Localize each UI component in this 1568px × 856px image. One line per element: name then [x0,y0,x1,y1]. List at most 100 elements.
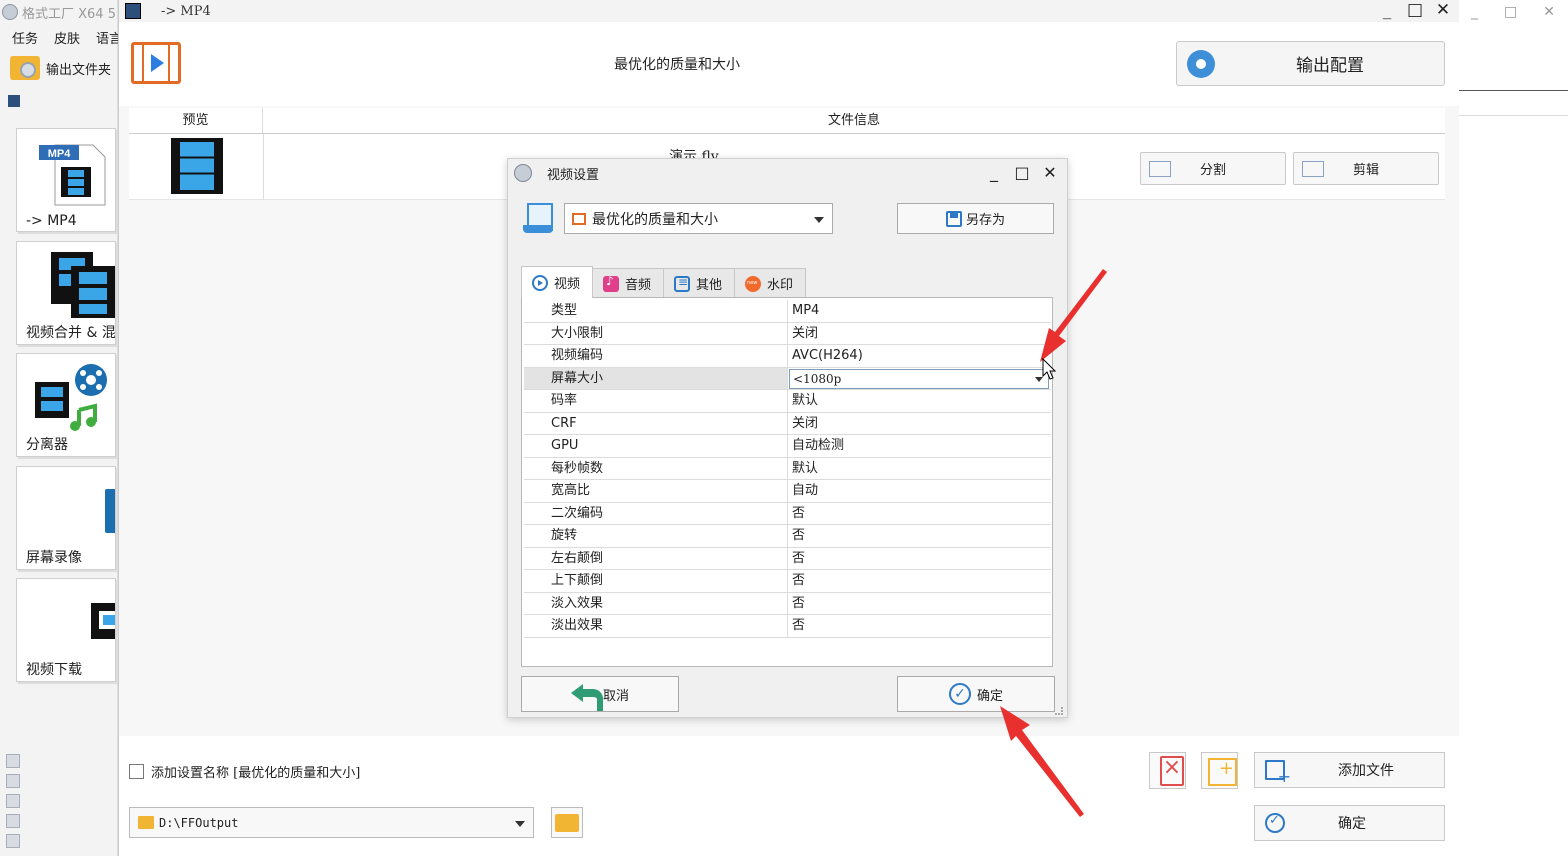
minimize-icon[interactable]: _ [985,162,1003,184]
table-row[interactable]: 宽高比 自动 [524,480,1051,503]
other-tab-icon [674,275,691,292]
browse-folder-button[interactable] [551,807,583,838]
close-icon[interactable]: ✕ [1435,0,1451,20]
table-row[interactable]: GPU 自动检测 [524,435,1051,458]
preset-select[interactable]: 最优化的质量和大小 [564,203,833,234]
add-setting-name-option[interactable]: 添加设置名称 [最优化的质量和大小] [129,762,360,781]
video-format-icon [131,42,181,84]
property-value[interactable]: 否 [788,615,1051,637]
add-folder-button[interactable] [1201,752,1238,789]
tile-to-mp4[interactable]: MP4 -> MP4 [16,128,116,232]
table-row[interactable]: 上下颠倒 否 [524,570,1051,593]
chevron-down-icon [515,821,525,827]
property-key: 淡入效果 [524,592,788,614]
tile-label: 屏幕录像 [26,550,82,566]
property-value[interactable]: 否 [788,548,1051,570]
menu-item-tasks[interactable]: 任务 [12,28,38,47]
save-as-button[interactable]: 另存为 [897,203,1054,234]
preset-quality-label: 最优化的质量和大小 [614,57,740,73]
output-config-button[interactable]: 输出配置 [1176,41,1445,86]
tile-screen-record[interactable]: 屏幕录像 [16,466,116,570]
video-properties-table: 类型 MP4 大小限制 关闭 视频编码 AVC(H264) 屏幕大小 <1080… [521,297,1053,667]
tab-watermark[interactable]: 水印 [734,268,807,298]
screen-size-value: <1080p [793,371,842,386]
maximize-icon[interactable]: □ [1013,162,1031,184]
add-setting-name-checkbox[interactable] [129,764,144,779]
property-value[interactable]: 关闭 [788,323,1051,345]
cut-button[interactable]: 剪辑 [1293,152,1439,185]
table-row[interactable]: 视频编码 AVC(H264) [524,345,1051,368]
cancel-button[interactable]: 取消 [521,676,679,712]
property-value[interactable]: MP4 [788,300,1051,322]
property-value[interactable]: 默认 [788,390,1051,412]
tile-splitter[interactable]: 分离器 [16,353,116,457]
video-merge-icon [51,252,115,318]
table-row-selected[interactable]: 屏幕大小 <1080p [524,367,1051,390]
resize-grip[interactable] [1055,707,1063,715]
property-value[interactable]: 自动检测 [788,435,1051,457]
add-file-button[interactable]: 添加文件 [1254,752,1445,788]
property-key: 类型 [524,300,788,322]
rom-category-icon[interactable] [6,814,20,828]
output-path-select[interactable]: D:\FFOutput [129,807,534,838]
column-header-file-info: 文件信息 [827,113,880,128]
table-row[interactable]: 码率 默认 [524,390,1051,413]
close-icon[interactable]: ✕ [1041,162,1059,184]
format-factory-logo-icon [514,164,532,182]
tab-label: 其他 [696,278,723,293]
tile-video-merge[interactable]: 视频合并 & 混流 [16,241,116,345]
split-icon [1149,161,1171,177]
property-value[interactable]: 默认 [788,458,1051,480]
property-key: GPU [524,435,788,457]
property-value[interactable]: 否 [788,593,1051,615]
table-row[interactable]: 左右颠倒 否 [524,547,1051,570]
table-row[interactable]: CRF 关闭 [524,412,1051,435]
undo-arrow-icon [570,683,603,711]
bottom-category-icons [6,754,20,848]
table-row[interactable]: 旋转 否 [524,525,1051,548]
image-category-icon[interactable] [6,774,20,788]
split-button[interactable]: 分割 [1140,152,1286,185]
table-row[interactable]: 淡入效果 否 [524,592,1051,615]
mp4-ok-button[interactable]: 确定 [1254,805,1445,841]
property-key: 淡出效果 [524,615,788,637]
table-row[interactable]: 每秒帧数 默认 [524,457,1051,480]
maximize-icon[interactable]: □ [1407,0,1423,20]
tile-label: 视频合并 & 混流 [26,325,116,341]
screen-size-dropdown[interactable]: <1080p [789,368,1049,389]
table-row[interactable]: 二次编码 否 [524,502,1051,525]
close-icon[interactable]: ✕ [1543,4,1555,20]
property-value[interactable]: 否 [788,525,1051,547]
table-row[interactable]: 大小限制 关闭 [524,322,1051,345]
maximize-icon[interactable]: □ [1504,4,1517,20]
output-folder-button[interactable]: 输出文件夹 [10,56,111,80]
mp4-window-header: 最优化的质量和大小 输出配置 [119,22,1459,106]
tile-label: -> MP4 [26,213,77,229]
background-window-controls: _ □ ✕ [1458,0,1568,24]
divider [1459,90,1568,91]
tab-other[interactable]: 其他 [663,268,736,298]
tile-video-download[interactable]: 视频下载 [16,578,116,682]
document-category-icon[interactable] [6,794,20,808]
minimize-icon[interactable]: _ [1471,4,1478,20]
dialog-ok-button[interactable]: ✓ 确定 [897,676,1055,712]
file-table-header: 预览 文件信息 [129,108,1445,134]
tab-video[interactable]: 视频 [521,266,594,298]
mp4-file-icon: MP4 [39,144,106,206]
table-row[interactable]: 淡出效果 否 [524,615,1051,638]
property-value[interactable]: 关闭 [788,413,1051,435]
table-row[interactable]: 类型 MP4 [524,300,1051,323]
property-value[interactable]: AVC(H264) [788,345,1051,367]
tools-category-icon[interactable] [6,834,20,848]
video-category-icon[interactable] [8,95,20,107]
property-value-cell: <1080p [788,368,1051,390]
audio-category-icon[interactable] [6,754,20,768]
property-value[interactable]: 否 [788,570,1051,592]
remove-file-button[interactable] [1149,752,1186,789]
cancel-label: 取消 [602,688,629,704]
property-value[interactable]: 否 [788,503,1051,525]
tab-audio[interactable]: 音频 [592,268,665,298]
menu-item-skin[interactable]: 皮肤 [54,28,80,47]
property-value[interactable]: 自动 [788,480,1051,502]
minimize-icon[interactable]: _ [1379,0,1395,20]
